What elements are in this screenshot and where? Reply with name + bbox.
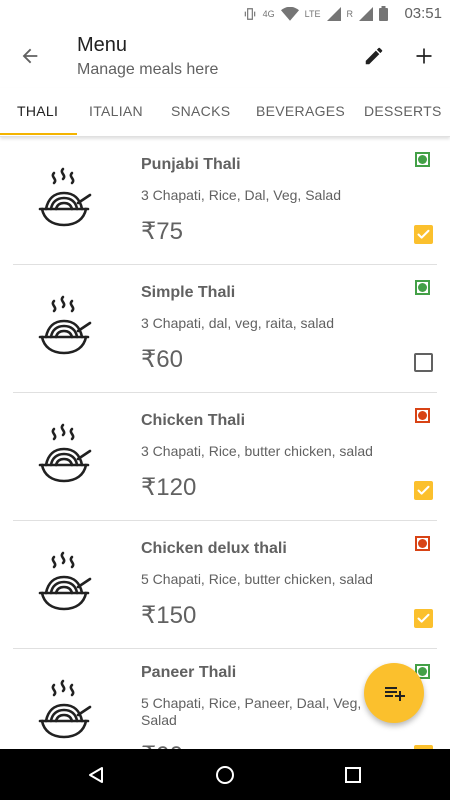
thali-icon [34, 295, 94, 361]
item-checkbox[interactable] [414, 481, 433, 500]
network-lte-label: LTE [304, 8, 321, 19]
roaming-label: R [346, 8, 354, 19]
nonveg-indicator-icon [415, 536, 430, 551]
arrow-back-icon [22, 48, 38, 64]
back-button[interactable] [14, 40, 46, 72]
nav-recents-icon [345, 767, 361, 783]
nonveg-indicator-icon [415, 408, 430, 423]
item-price: ₹75 [141, 218, 183, 245]
signal-icon [359, 6, 373, 21]
item-name: Chicken delux thali [141, 540, 287, 557]
tab-indicator [0, 133, 77, 135]
item-description: 5 Chapati, Rice, butter chicken, salad [141, 571, 373, 587]
item-description: 5 Chapati, Rice, Paneer, Daal, Veg, Sala… [141, 695, 362, 728]
item-checkbox[interactable] [414, 609, 433, 628]
item-description: 3 Chapati, Rice, Dal, Veg, Salad [141, 187, 342, 203]
check-icon [417, 229, 430, 239]
veg-indicator-icon [415, 152, 430, 167]
tab-beverages[interactable]: BEVERAGES [256, 88, 345, 134]
menu-item[interactable]: Chicken Thali 3 Chapati, Rice, butter ch… [0, 393, 450, 521]
item-price: ₹90 [141, 741, 183, 749]
menu-item[interactable]: Chicken delux thali 5 Chapati, Rice, but… [0, 521, 450, 649]
tab-desserts[interactable]: DESSERTS [364, 88, 442, 134]
item-price: ₹60 [141, 346, 183, 373]
item-description: 3 Chapati, dal, veg, raita, salad [141, 315, 335, 331]
status-icons: 4G LTE R [243, 6, 388, 21]
nav-home-icon [216, 766, 234, 784]
wifi-icon [280, 6, 299, 21]
item-checkbox[interactable] [414, 225, 433, 244]
vibrate-icon [244, 7, 255, 20]
item-price: ₹150 [141, 602, 197, 629]
nav-back-icon [89, 767, 103, 783]
status-bar: 4G LTE R 03:51 [0, 0, 450, 26]
thali-icon [34, 423, 94, 489]
item-description: 3 Chapati, Rice, butter chicken, salad [141, 443, 373, 459]
thali-icon [34, 167, 94, 233]
menu-item[interactable]: Punjabi Thali 3 Chapati, Rice, Dal, Veg,… [0, 137, 450, 265]
item-checkbox[interactable] [414, 353, 433, 372]
item-price: ₹120 [141, 474, 197, 501]
item-name: Chicken Thali [141, 412, 246, 429]
tab-snacks[interactable]: SNACKS [171, 88, 230, 134]
system-nav-bar [0, 749, 450, 800]
network-4g-label: 4G [262, 8, 275, 19]
tab-thali[interactable]: THALI [17, 88, 58, 134]
item-name: Punjabi Thali [141, 156, 241, 173]
app-bar: Menu Manage meals here [0, 26, 450, 88]
check-icon [417, 485, 430, 495]
nav-back-button[interactable] [80, 759, 112, 791]
signal-icon [326, 6, 341, 21]
add-to-list-fab[interactable] [364, 663, 424, 723]
nav-home-button[interactable] [209, 759, 241, 791]
check-icon [417, 613, 430, 623]
tab-italian[interactable]: ITALIAN [89, 88, 143, 134]
battery-icon [379, 6, 388, 21]
veg-indicator-icon [415, 280, 430, 295]
nav-recents-button[interactable] [337, 759, 369, 791]
pencil-icon [365, 47, 383, 65]
menu-list: Punjabi Thali 3 Chapati, Rice, Dal, Veg,… [0, 137, 450, 749]
thali-icon [34, 679, 94, 745]
page-title: Menu [77, 34, 128, 56]
playlist-add-icon [385, 687, 405, 701]
category-tabs: THALI ITALIAN SNACKS BEVERAGES DESSERTS [0, 88, 450, 137]
page-subtitle: Manage meals here [77, 61, 219, 78]
item-name: Simple Thali [141, 284, 236, 301]
thali-icon [34, 551, 94, 617]
plus-icon [416, 48, 432, 64]
menu-item[interactable]: Simple Thali 3 Chapati, dal, veg, raita,… [0, 265, 450, 393]
add-button[interactable] [408, 40, 440, 72]
edit-button[interactable] [358, 40, 390, 72]
status-time: 03:51 [404, 5, 442, 22]
item-name: Paneer Thali [141, 664, 237, 681]
